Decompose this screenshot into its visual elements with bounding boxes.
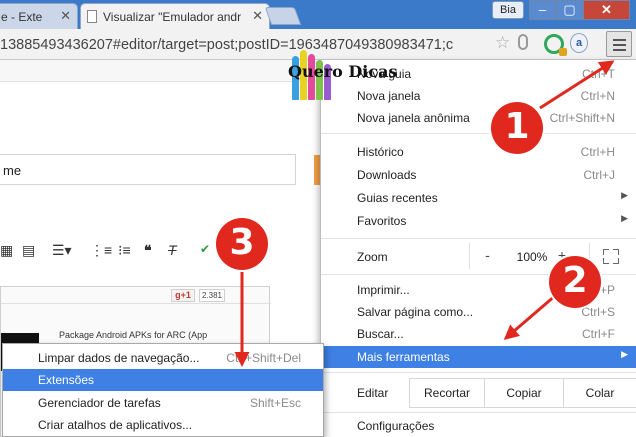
menu-shortcut: Ctrl+Shift+N bbox=[549, 111, 615, 125]
submenu-item-label: Extensões bbox=[38, 373, 95, 387]
menu-item-save-page[interactable]: Salvar página como... Ctrl+S bbox=[321, 301, 636, 323]
menu-shortcut: Ctrl+H bbox=[580, 145, 615, 159]
submenu-arrow-icon: ▶ bbox=[621, 349, 628, 359]
submenu-item-label: Criar atalhos de aplicativos... bbox=[38, 418, 193, 432]
tab-visualizar[interactable]: Visualizar "Emulador andr ✕ bbox=[80, 3, 270, 29]
menu-item-recent-tabs[interactable]: Guias recentes ▶ bbox=[321, 187, 636, 209]
post-title-value: me bbox=[3, 163, 22, 178]
preview-topbar: g+1 2.381 bbox=[1, 287, 271, 304]
menu-shortcut: Ctrl+T bbox=[582, 67, 615, 81]
menu-divider bbox=[321, 238, 636, 239]
paste-button[interactable]: Colar bbox=[563, 378, 636, 408]
menu-item-downloads[interactable]: Downloads Ctrl+J bbox=[321, 164, 636, 186]
menu-divider bbox=[321, 412, 636, 413]
menu-item-label: Configurações bbox=[357, 419, 435, 433]
submenu-item-label: Gerenciador de tarefas bbox=[38, 396, 161, 410]
tab-extensions[interactable]: e - Exte ✕ bbox=[0, 3, 78, 29]
preview-text: Package Android APKs for ARC (App bbox=[59, 330, 208, 340]
edit-label: Editar bbox=[357, 386, 389, 400]
new-tab-button[interactable] bbox=[264, 7, 302, 25]
submenu-arrow-icon: ▶ bbox=[621, 213, 628, 223]
callout-1: 1 bbox=[491, 102, 543, 154]
menu-item-settings[interactable]: Configurações bbox=[321, 415, 636, 437]
submenu-item-label: Limpar dados de navegação... bbox=[38, 351, 200, 365]
minimize-button[interactable]: – bbox=[529, 0, 556, 20]
page-icon bbox=[87, 10, 97, 23]
callout-2: 2 bbox=[549, 256, 601, 308]
menu-item-label: Histórico bbox=[357, 145, 404, 159]
close-window-button[interactable]: ✕ bbox=[583, 0, 630, 20]
menu-item-label: Guias recentes bbox=[357, 191, 438, 205]
bullet-list-icon[interactable]: ⁝≡ bbox=[118, 242, 131, 259]
close-tab-icon[interactable]: ✕ bbox=[60, 8, 71, 24]
menu-item-label: Downloads bbox=[357, 168, 417, 182]
menu-item-find[interactable]: Buscar... Ctrl+F bbox=[321, 323, 636, 345]
menu-item-history[interactable]: Histórico Ctrl+H bbox=[321, 141, 636, 163]
profile-button[interactable]: Bia bbox=[492, 1, 524, 19]
gplus-count: 2.381 bbox=[199, 289, 225, 302]
callout-3: 3 bbox=[216, 218, 268, 270]
logo-text: Quero Dicas bbox=[288, 62, 398, 81]
submenu-shortcut: Shift+Esc bbox=[249, 396, 301, 410]
microphone-icon[interactable] bbox=[518, 34, 528, 50]
spellcheck-icon[interactable]: ✔ bbox=[200, 242, 210, 256]
submenu-item-task-manager[interactable]: Gerenciador de tarefas Shift+Esc bbox=[3, 392, 323, 414]
menu-item-bookmarks[interactable]: Favoritos ▶ bbox=[321, 210, 636, 232]
menu-shortcut: Ctrl+N bbox=[580, 89, 615, 103]
menu-shortcut: Ctrl+F bbox=[582, 327, 615, 341]
tab-title: e - Exte bbox=[1, 10, 43, 24]
image-icon[interactable]: ▤ bbox=[22, 242, 35, 259]
quote-icon[interactable]: ❝ bbox=[144, 242, 152, 259]
gplus-button[interactable]: g+1 bbox=[171, 289, 195, 302]
page-header-band bbox=[0, 60, 320, 82]
post-title-field[interactable]: me bbox=[0, 154, 296, 185]
clear-format-icon[interactable]: T bbox=[168, 242, 177, 258]
zoom-label: Zoom bbox=[357, 250, 388, 264]
extension-green-icon[interactable] bbox=[544, 34, 567, 56]
chrome-menu-button[interactable] bbox=[606, 31, 632, 57]
quero-dicas-logo: Quero Dicas bbox=[284, 48, 404, 100]
submenu-item-extensions[interactable]: Extensões bbox=[3, 369, 323, 391]
cut-button[interactable]: Recortar bbox=[409, 378, 485, 408]
menu-shortcut: Ctrl+J bbox=[583, 168, 615, 182]
menu-item-label: Imprimir... bbox=[357, 283, 410, 297]
menu-item-label: Salvar página como... bbox=[357, 305, 474, 319]
submenu-item-app-shortcuts[interactable]: Criar atalhos de aplicativos... bbox=[3, 414, 323, 436]
tab-title: Visualizar "Emulador andr bbox=[103, 10, 242, 24]
menu-item-incognito[interactable]: Nova janela anônima Ctrl+Shift+N bbox=[321, 107, 636, 129]
submenu-item-clear-data[interactable]: Limpar dados de navegação... Ctrl+Shift+… bbox=[3, 347, 323, 369]
more-tools-submenu: Limpar dados de navegação... Ctrl+Shift+… bbox=[2, 343, 324, 437]
align-icon[interactable]: ☰▾ bbox=[52, 242, 72, 259]
menu-item-label: Nova janela anônima bbox=[357, 111, 470, 125]
zoom-out-button[interactable]: - bbox=[469, 243, 505, 269]
copy-button[interactable]: Copiar bbox=[484, 378, 564, 408]
tab-strip: e - Exte ✕ Visualizar "Emulador andr ✕ B… bbox=[0, 0, 636, 29]
video-icon[interactable]: ▦ bbox=[0, 242, 13, 259]
edit-row: Editar Recortar Copiar Colar bbox=[321, 376, 636, 410]
menu-item-label: Buscar... bbox=[357, 327, 404, 341]
bookmark-star-icon[interactable]: ☆ bbox=[495, 33, 510, 53]
numbered-list-icon[interactable]: ⋮≡ bbox=[90, 242, 112, 259]
address-bar[interactable]: 13885493436207#editor/target=post;postID… bbox=[0, 37, 492, 53]
close-tab-icon[interactable]: ✕ bbox=[252, 8, 263, 24]
extension-blue-icon[interactable]: a bbox=[570, 33, 588, 53]
menu-item-more-tools[interactable]: Mais ferramentas ▶ bbox=[321, 346, 636, 368]
chrome-main-menu: Nova guia Ctrl+T Nova janela Ctrl+N Nova… bbox=[320, 60, 636, 437]
menu-item-label: Mais ferramentas bbox=[357, 350, 450, 364]
menu-divider bbox=[321, 372, 636, 373]
submenu-shortcut: Ctrl+Shift+Del bbox=[226, 351, 301, 365]
submenu-arrow-icon: ▶ bbox=[621, 190, 628, 200]
format-toolbar: ▦ ▤ ☰▾ ⋮≡ ⁝≡ ❝ T ✔ bbox=[0, 242, 320, 264]
menu-shortcut: Ctrl+S bbox=[581, 305, 615, 319]
maximize-button[interactable]: ▢ bbox=[556, 0, 583, 20]
menu-item-label: Favoritos bbox=[357, 214, 407, 228]
menu-divider bbox=[321, 133, 636, 134]
